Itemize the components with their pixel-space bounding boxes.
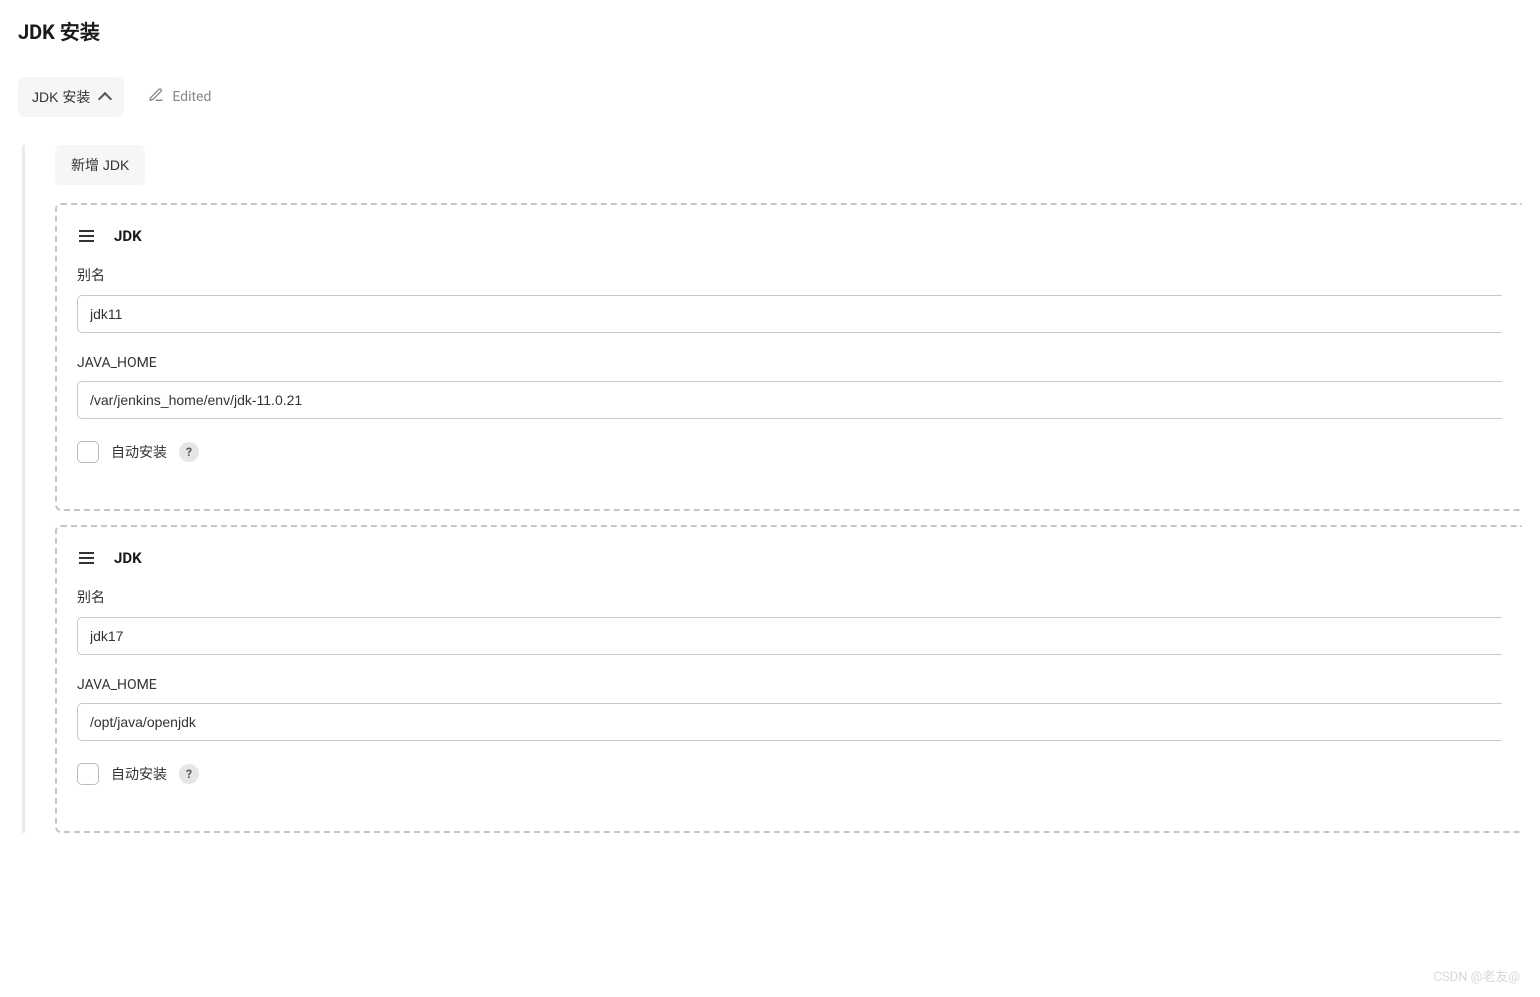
section-header: JDK 安装 Edited [18, 77, 1522, 117]
auto-install-label: 自动安装 [111, 442, 167, 462]
jdk-card: JDK 别名 JAVA_HOME 自动安装 ? [55, 203, 1522, 511]
page-title: JDK 安装 [18, 16, 1522, 45]
jdk-card: JDK 别名 JAVA_HOME 自动安装 ? [55, 525, 1522, 833]
edited-indicator: Edited [148, 87, 211, 107]
chevron-up-icon [98, 92, 112, 106]
auto-install-checkbox[interactable] [77, 441, 99, 463]
help-icon[interactable]: ? [179, 442, 199, 462]
help-icon[interactable]: ? [179, 764, 199, 784]
jdk-card-header: JDK [77, 227, 1502, 245]
jdk-card-header: JDK [77, 549, 1502, 567]
pencil-icon [148, 87, 164, 107]
field-java-home: JAVA_HOME [77, 355, 1502, 419]
jdk-card-title: JDK [114, 549, 142, 567]
field-alias: 别名 [77, 587, 1502, 655]
alias-label: 别名 [77, 587, 1502, 607]
alias-input[interactable] [77, 295, 1502, 333]
field-alias: 别名 [77, 265, 1502, 333]
field-java-home: JAVA_HOME [77, 677, 1502, 741]
add-jdk-button[interactable]: 新增 JDK [55, 145, 145, 185]
alias-label: 别名 [77, 265, 1502, 285]
alias-input[interactable] [77, 617, 1502, 655]
java-home-input[interactable] [77, 703, 1502, 741]
section-toggle-label: JDK 安装 [32, 87, 90, 107]
watermark: CSDN @老友@ [1433, 966, 1520, 985]
drag-handle-icon[interactable] [77, 228, 96, 244]
java-home-label: JAVA_HOME [77, 355, 1502, 371]
content-body: 新增 JDK JDK 别名 JAVA_HOME 自动安装 ? JDK [22, 145, 1522, 833]
auto-install-label: 自动安装 [111, 764, 167, 784]
drag-handle-icon[interactable] [77, 550, 96, 566]
auto-install-checkbox[interactable] [77, 763, 99, 785]
section-toggle-button[interactable]: JDK 安装 [18, 77, 124, 117]
jdk-card-title: JDK [114, 227, 142, 245]
java-home-label: JAVA_HOME [77, 677, 1502, 693]
auto-install-row: 自动安装 ? [77, 763, 1502, 785]
java-home-input[interactable] [77, 381, 1502, 419]
edited-label: Edited [172, 89, 211, 105]
auto-install-row: 自动安装 ? [77, 441, 1502, 463]
